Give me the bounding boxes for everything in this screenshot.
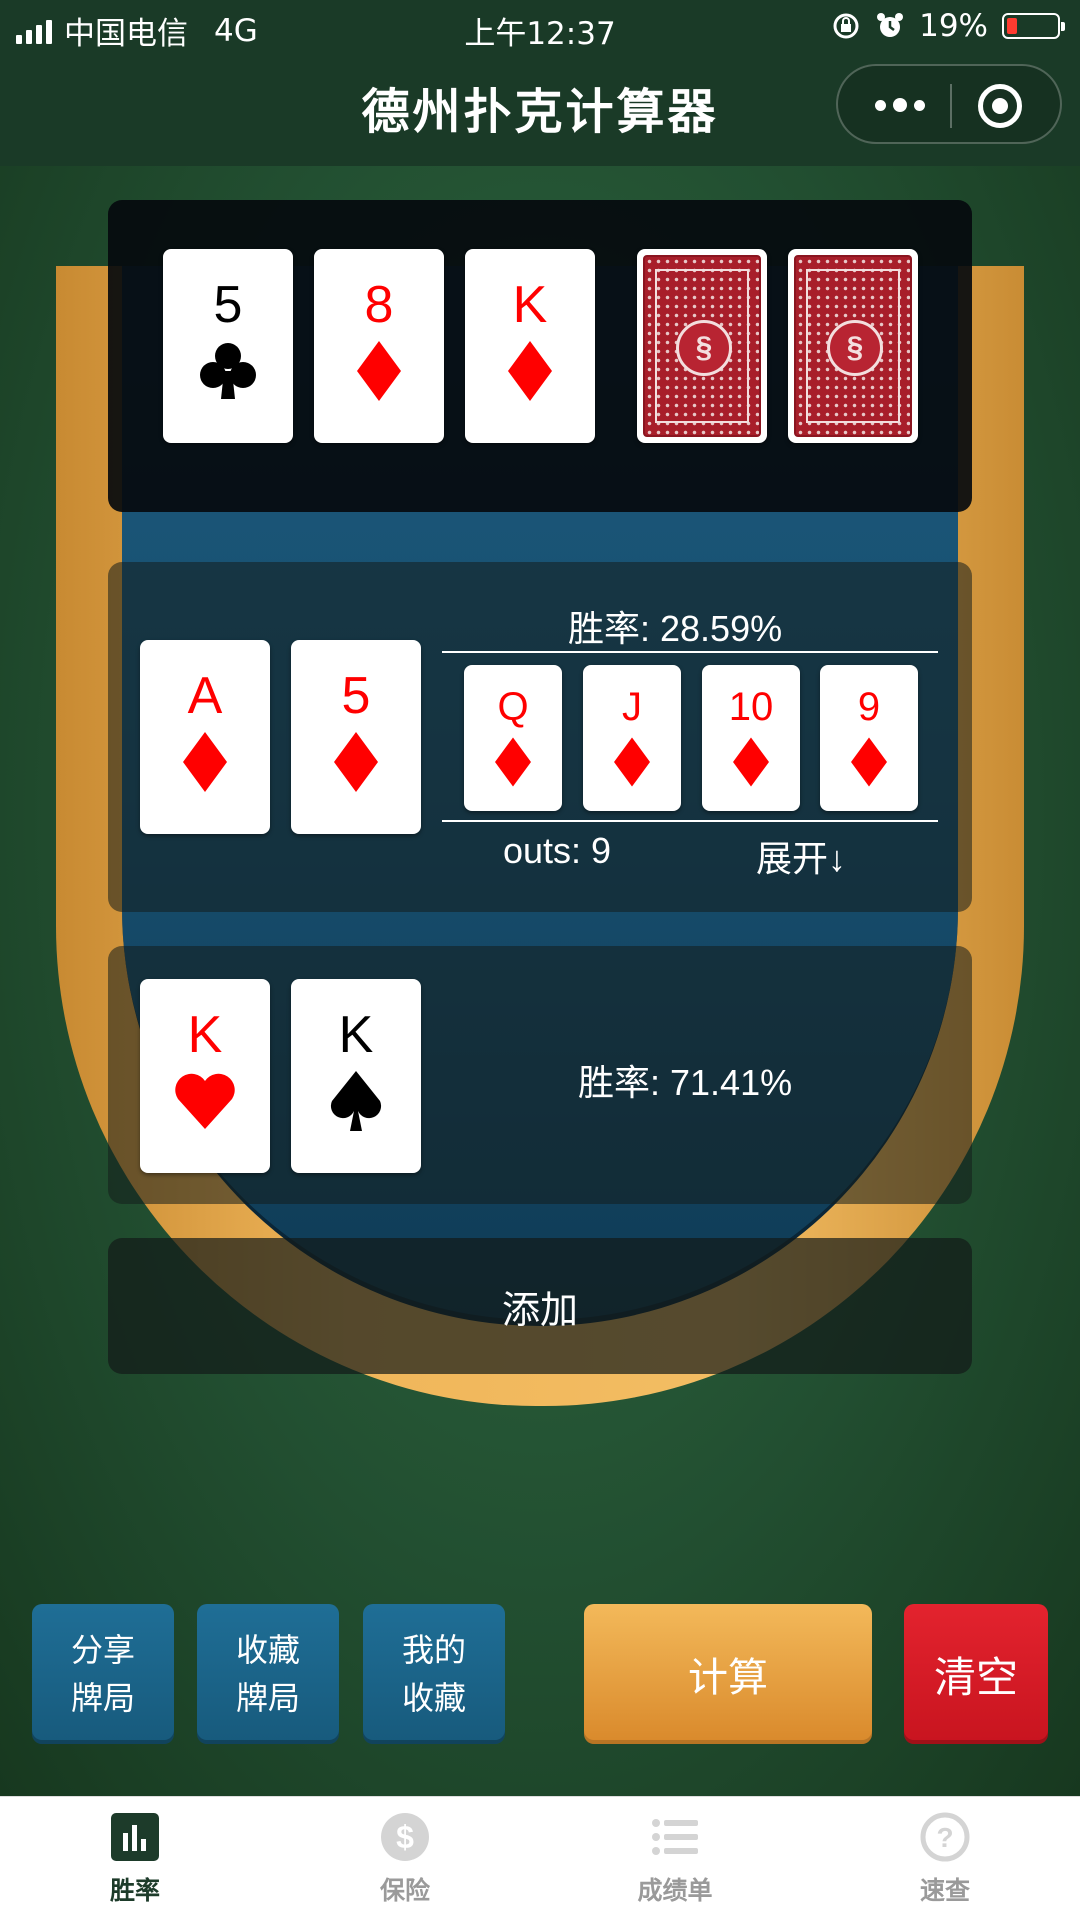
card-back-pattern: § bbox=[643, 255, 761, 437]
tab-label: 速查 bbox=[919, 1876, 970, 1905]
diamond-icon bbox=[357, 341, 401, 401]
mini-program-capsule bbox=[836, 64, 1062, 144]
share-line-1: 分享 bbox=[70, 1631, 135, 1669]
board-card-back-5[interactable]: § bbox=[788, 249, 918, 443]
diamond-icon bbox=[495, 737, 531, 787]
add-player-button[interactable]: 添加 bbox=[108, 1238, 972, 1374]
alarm-icon bbox=[877, 13, 904, 37]
player-1-hole-card-2[interactable]: 5 bbox=[291, 640, 421, 834]
player-2-win-rate: 胜率: 71.41% bbox=[578, 1062, 793, 1103]
board-card-3[interactable]: K bbox=[465, 249, 595, 443]
more-icon[interactable] bbox=[870, 66, 930, 144]
calculate-button[interactable]: 计算 bbox=[584, 1604, 872, 1744]
fav-line-1: 收藏 bbox=[235, 1631, 300, 1669]
share-line-2: 牌局 bbox=[70, 1679, 135, 1717]
heart-icon bbox=[174, 1071, 236, 1131]
diamond-icon bbox=[334, 732, 378, 792]
board-card-back-4[interactable]: § bbox=[637, 249, 767, 443]
card-rank: Q bbox=[497, 685, 529, 729]
card-back-pattern: § bbox=[794, 255, 912, 437]
favorite-game-label: 收藏 牌局 bbox=[236, 1626, 300, 1722]
out-card-3[interactable]: 10 bbox=[702, 665, 800, 811]
out-card-2[interactable]: J bbox=[583, 665, 681, 811]
myfav-line-2: 收藏 bbox=[401, 1679, 466, 1717]
tab-label: 胜率 bbox=[109, 1876, 160, 1905]
board-card-2[interactable]: 8 bbox=[314, 249, 444, 443]
status-bar: 中国电信 4G 上午12:37 19% bbox=[0, 0, 1080, 54]
card-back-emblem: § bbox=[676, 320, 732, 376]
out-card-4[interactable]: 9 bbox=[820, 665, 918, 811]
outs-bottom-divider bbox=[442, 820, 938, 822]
diamond-icon bbox=[733, 737, 769, 787]
card-rank: 5 bbox=[341, 667, 371, 725]
list-icon bbox=[652, 1819, 698, 1855]
svg-text:?: ? bbox=[936, 1822, 953, 1853]
card-rank: 9 bbox=[857, 685, 881, 729]
player-1-win-rate: 胜率: 28.59% bbox=[568, 608, 783, 649]
fav-line-2: 牌局 bbox=[235, 1679, 300, 1717]
club-icon bbox=[200, 341, 256, 401]
close-target-icon[interactable] bbox=[978, 84, 1022, 128]
player-2-hole-card-2[interactable]: K bbox=[291, 979, 421, 1173]
card-rank: 8 bbox=[364, 276, 394, 334]
diamond-icon bbox=[614, 737, 650, 787]
expand-button[interactable]: 展开↓ bbox=[756, 830, 846, 882]
card-rank: K bbox=[338, 1006, 374, 1064]
tab-label: 成绩单 bbox=[637, 1876, 713, 1905]
myfav-line-1: 我的 bbox=[401, 1631, 466, 1669]
card-rank: K bbox=[187, 1006, 223, 1064]
player-2-hole-card-1[interactable]: K bbox=[140, 979, 270, 1173]
share-game-label: 分享 牌局 bbox=[71, 1626, 135, 1722]
my-favorites-button[interactable]: 我的 收藏 bbox=[363, 1604, 505, 1744]
my-favorites-label: 我的 收藏 bbox=[402, 1626, 466, 1722]
diamond-icon bbox=[851, 737, 887, 787]
diamond-icon bbox=[183, 732, 227, 792]
card-rank: J bbox=[622, 685, 642, 729]
bar-chart-icon bbox=[111, 1813, 159, 1861]
tab-quick-lookup[interactable]: ? 速查 bbox=[810, 1797, 1080, 1920]
out-card-1[interactable]: Q bbox=[464, 665, 562, 811]
board-card-1[interactable]: 5 bbox=[163, 249, 293, 443]
card-rank: 10 bbox=[728, 685, 774, 729]
battery-icon bbox=[1002, 13, 1065, 39]
tab-bar: 胜率 $ 保险 成绩单 ? 速查 bbox=[0, 1796, 1080, 1920]
rotation-lock-icon bbox=[833, 13, 859, 39]
capsule-divider bbox=[950, 84, 952, 128]
share-game-button[interactable]: 分享 牌局 bbox=[32, 1604, 174, 1744]
dollar-icon: $ bbox=[381, 1813, 429, 1861]
tab-label: 保险 bbox=[379, 1876, 430, 1905]
battery-percent: 19% bbox=[919, 8, 988, 44]
tab-win-rate[interactable]: 胜率 bbox=[0, 1797, 270, 1920]
outs-count: outs: 9 bbox=[503, 830, 612, 871]
clear-button[interactable]: 清空 bbox=[904, 1604, 1048, 1744]
svg-text:$: $ bbox=[396, 1819, 414, 1855]
favorite-game-button[interactable]: 收藏 牌局 bbox=[197, 1604, 339, 1744]
tab-insurance[interactable]: $ 保险 bbox=[270, 1797, 540, 1920]
card-rank: 5 bbox=[213, 276, 243, 334]
spade-icon bbox=[328, 1071, 384, 1133]
diamond-icon bbox=[508, 341, 552, 401]
status-right: 19% bbox=[831, 8, 1065, 44]
player-1-hole-card-1[interactable]: A bbox=[140, 640, 270, 834]
card-rank: A bbox=[187, 667, 223, 725]
card-rank: K bbox=[512, 276, 548, 334]
card-back-emblem: § bbox=[827, 320, 883, 376]
top-bar: 中国电信 4G 上午12:37 19% 德州扑克计算器 bbox=[0, 0, 1080, 166]
outs-top-divider bbox=[442, 651, 938, 653]
question-icon: ? bbox=[920, 1812, 970, 1862]
tab-scorecard[interactable]: 成绩单 bbox=[540, 1797, 810, 1920]
